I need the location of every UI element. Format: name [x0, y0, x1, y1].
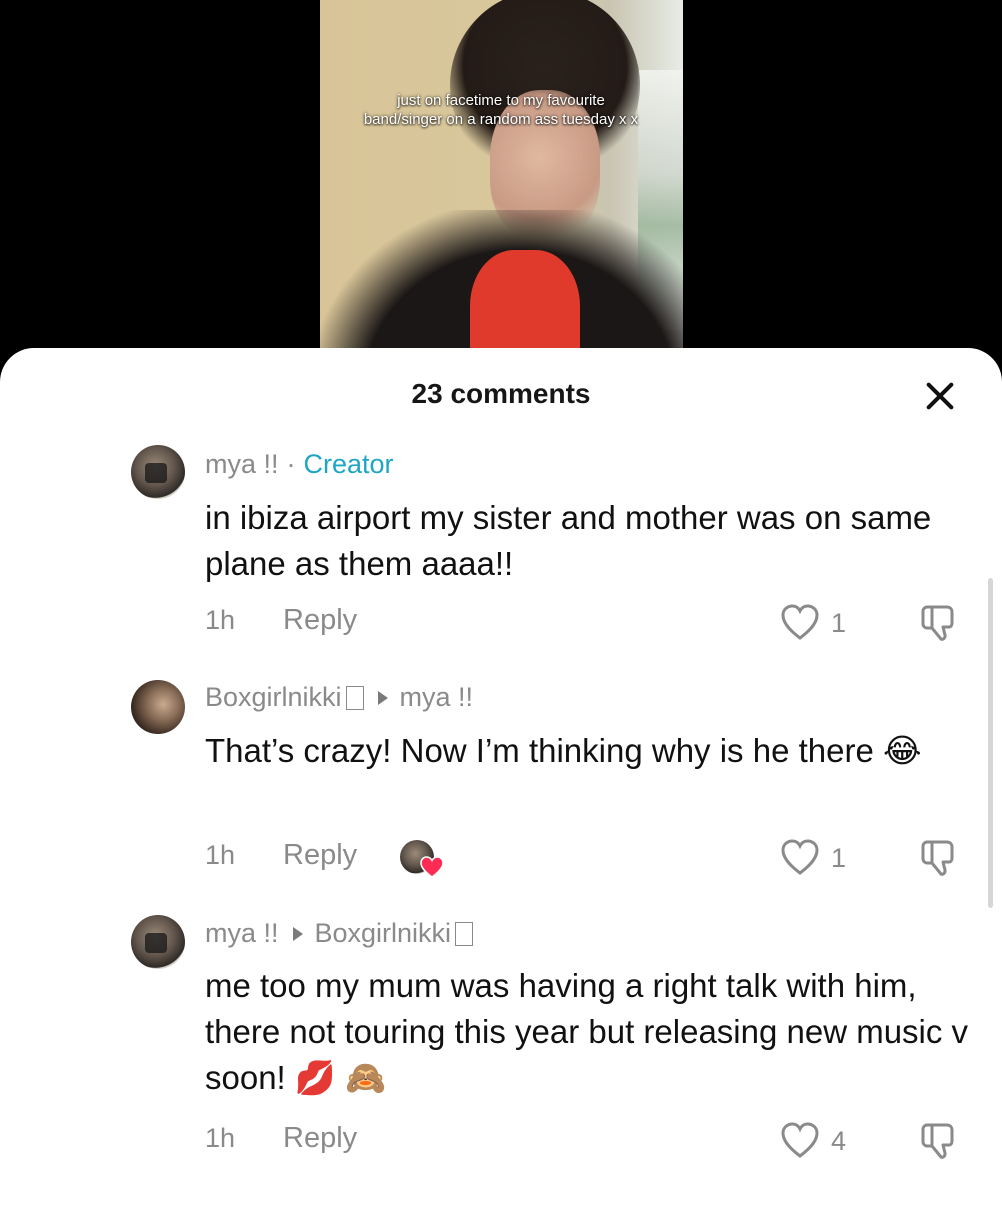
person-shirt: [470, 250, 580, 360]
comment-time: 1h: [205, 1123, 236, 1153]
comment-time: 1h: [205, 605, 236, 635]
like-count: 1: [831, 843, 847, 873]
reply-button[interactable]: Reply: [283, 604, 357, 637]
close-icon[interactable]: [920, 376, 960, 416]
heart-icon[interactable]: [780, 1121, 820, 1161]
creator-badge: Creator: [303, 449, 394, 479]
comment-text: in ibiza airport my sister and mother wa…: [205, 499, 932, 582]
avatar[interactable]: [131, 680, 185, 734]
video-preview[interactable]: just on facetime to my favourite band/si…: [320, 0, 683, 360]
reply-to-author[interactable]: mya !!: [400, 682, 474, 713]
comment-text: me too my mum was having a right talk wi…: [205, 967, 969, 1096]
like-count: 4: [831, 1126, 847, 1156]
comment-time: 1h: [205, 840, 236, 870]
comment-author[interactable]: mya !!: [205, 918, 279, 949]
reply-button[interactable]: Reply: [283, 1122, 357, 1155]
missing-glyph-box: [345, 685, 364, 710]
comment-meta: mya !! · Creator: [205, 449, 394, 480]
avatar[interactable]: [131, 915, 185, 969]
heart-icon[interactable]: [780, 838, 820, 878]
dislike-icon[interactable]: [917, 1119, 961, 1163]
comment-author[interactable]: Boxgirlnikki: [205, 682, 342, 713]
creator-liked-heart-icon: [420, 856, 444, 878]
comment-meta: mya !! Boxgirlnikki: [205, 918, 474, 949]
heart-icon[interactable]: [780, 603, 820, 643]
meta-separator: ·: [286, 449, 296, 479]
dislike-icon[interactable]: [917, 836, 961, 880]
avatar[interactable]: [131, 445, 185, 499]
comment-author[interactable]: mya !!: [205, 449, 279, 480]
reply-to-author[interactable]: Boxgirlnikki: [315, 918, 452, 949]
video-caption: just on facetime to my favourite band/si…: [363, 92, 639, 128]
reply-arrow-icon: [292, 926, 303, 941]
comments-sheet: 23 comments mya !! · Creator in ibiza ai…: [0, 348, 1002, 1208]
comments-count-title: 23 comments: [411, 378, 591, 409]
dislike-icon[interactable]: [917, 601, 961, 645]
scrollbar[interactable]: [988, 578, 993, 908]
comment-text: That’s crazy! Now I’m thinking why is he…: [205, 732, 922, 769]
comment-meta: Boxgirlnikki mya !!: [205, 682, 473, 713]
reply-arrow-icon: [377, 690, 388, 705]
missing-glyph-box: [455, 921, 474, 946]
like-count: 1: [831, 608, 847, 638]
reply-button[interactable]: Reply: [283, 839, 357, 872]
